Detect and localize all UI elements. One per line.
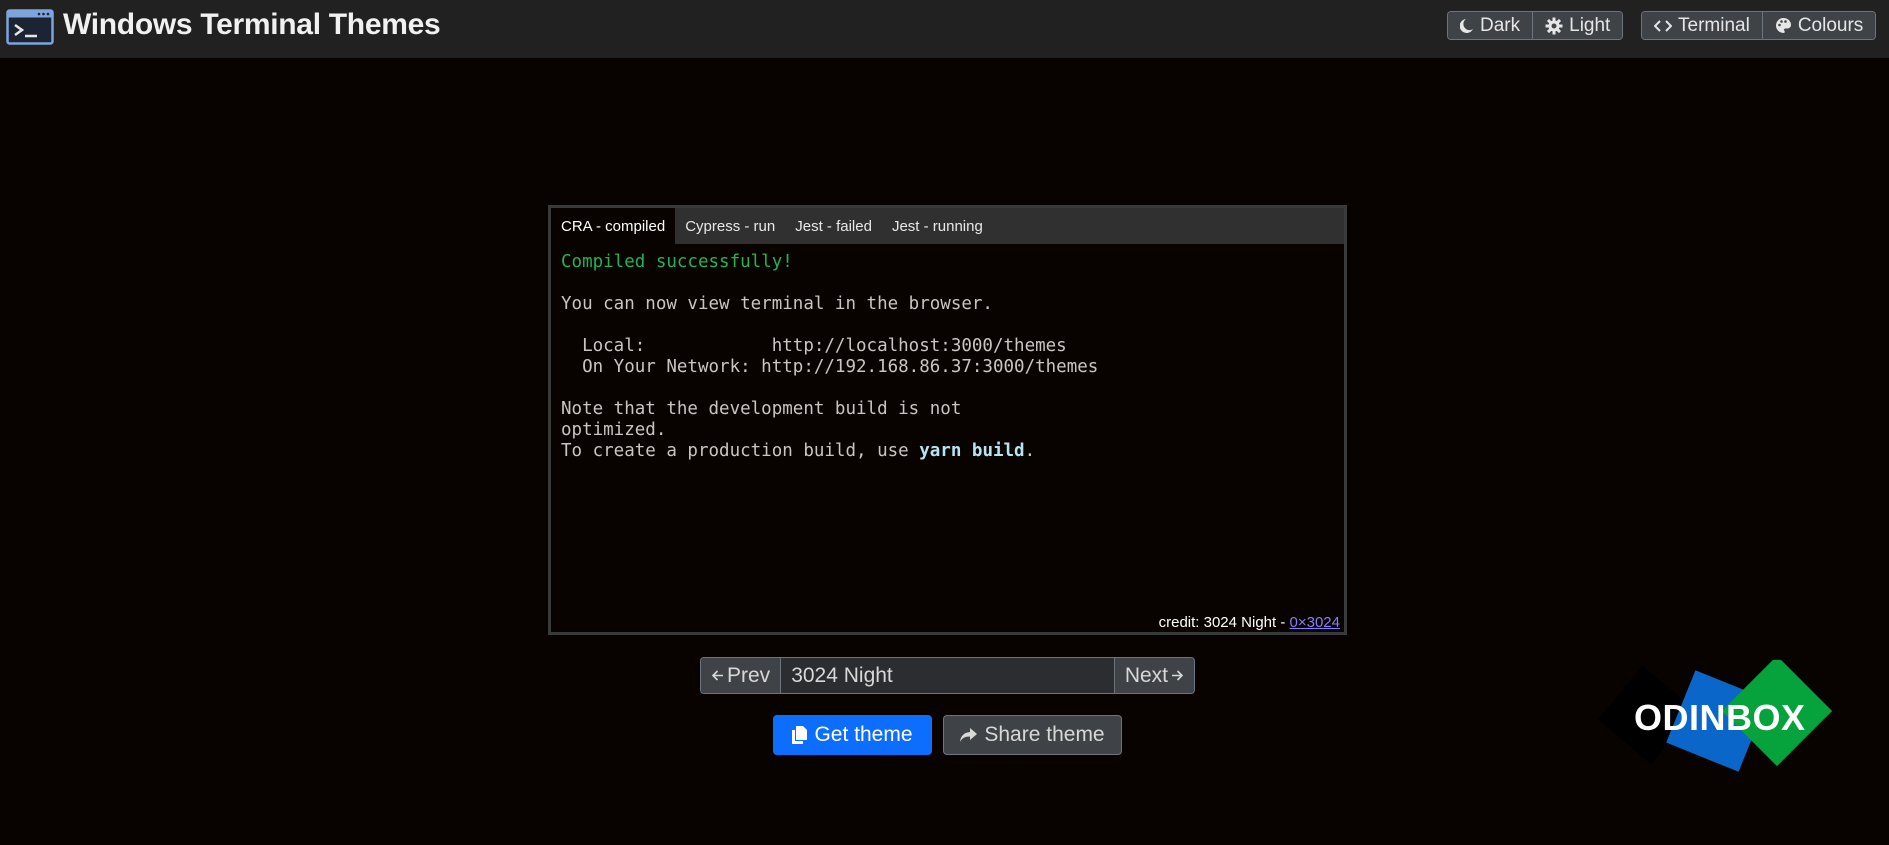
share-theme-button[interactable]: Share theme — [943, 715, 1122, 755]
prev-label: Prev — [727, 663, 771, 687]
create-build-suffix: . — [1024, 441, 1036, 461]
local-url-line: Local: http://localhost:3000/themes — [561, 336, 1067, 356]
theme-credit: credit: 3024 Night - 0×3024 — [1159, 614, 1340, 631]
light-mode-button[interactable]: Light — [1532, 12, 1623, 39]
view-message: You can now view terminal in the browser… — [561, 294, 993, 314]
app-title[interactable]: Windows Terminal Themes — [63, 8, 441, 42]
odinbox-watermark: ODINBOX — [1597, 655, 1833, 785]
compiled-message: Compiled successfully! — [561, 252, 793, 272]
note-line-1: Note that the development build is not — [561, 399, 962, 419]
share-icon — [960, 728, 978, 742]
credit-link[interactable]: 0×3024 — [1290, 614, 1340, 631]
terminal-logo-icon[interactable] — [6, 9, 54, 45]
dark-mode-label: Dark — [1480, 14, 1521, 36]
terminal-view-button[interactable]: Terminal — [1642, 12, 1762, 39]
tab-cypress-run[interactable]: Cypress - run — [675, 208, 785, 244]
theme-picker: Prev 3024 Night Next — [700, 657, 1195, 694]
view-mode-group: Terminal Colours — [1641, 11, 1877, 40]
colours-view-button[interactable]: Colours — [1761, 12, 1876, 39]
watermark-text: ODINBOX — [1634, 697, 1806, 738]
terminal-tabs: CRA - compiled Cypress - run Jest - fail… — [551, 208, 1344, 244]
prev-theme-button[interactable]: Prev — [701, 658, 782, 693]
navbar: Windows Terminal Themes Dark Light Termi… — [0, 0, 1889, 58]
credit-text: credit: 3024 Night - — [1158, 614, 1290, 631]
moon-icon — [1460, 18, 1473, 33]
arrow-right-icon — [1172, 670, 1184, 681]
arrow-left-icon — [711, 670, 723, 681]
get-theme-button[interactable]: Get theme — [773, 715, 932, 755]
tab-jest-failed[interactable]: Jest - failed — [785, 208, 882, 244]
copy-icon — [792, 726, 808, 744]
next-theme-button[interactable]: Next — [1113, 658, 1194, 693]
share-theme-label: Share theme — [984, 723, 1105, 746]
network-url-line: On Your Network: http://192.168.86.37:30… — [561, 357, 1099, 377]
colours-view-label: Colours — [1797, 14, 1864, 36]
code-icon — [1654, 19, 1672, 32]
dark-mode-button[interactable]: Dark — [1448, 12, 1533, 39]
light-mode-label: Light — [1569, 14, 1611, 36]
note-line-2: optimized. — [561, 420, 667, 440]
theme-mode-group: Dark Light — [1447, 11, 1624, 40]
next-label: Next — [1124, 663, 1168, 687]
tab-jest-running[interactable]: Jest - running — [882, 208, 993, 244]
palette-icon — [1775, 18, 1791, 33]
yarn-build-command: yarn build — [919, 441, 1025, 461]
create-build-prefix: To create a production build, use — [561, 441, 920, 461]
terminal-view-label: Terminal — [1678, 14, 1750, 36]
theme-name-select[interactable]: 3024 Night — [781, 658, 1114, 693]
terminal-preview: CRA - compiled Cypress - run Jest - fail… — [548, 205, 1347, 635]
terminal-output: Compiled successfully! You can now view … — [561, 252, 1098, 462]
get-theme-label: Get theme — [814, 723, 913, 746]
tab-cra-compiled[interactable]: CRA - compiled — [551, 208, 676, 244]
gear-icon — [1545, 17, 1563, 34]
